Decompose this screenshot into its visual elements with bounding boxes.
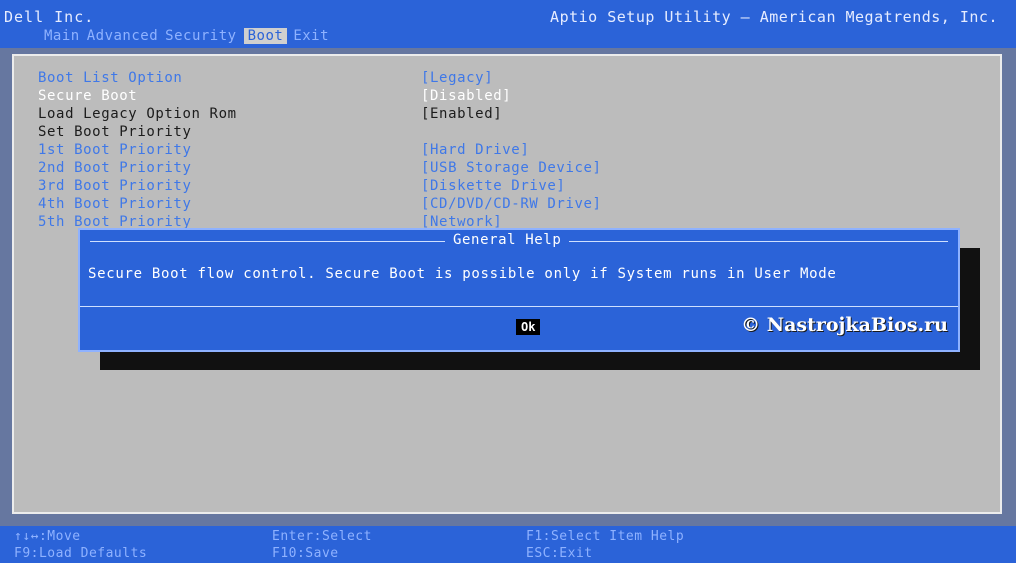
setting-value-1st-boot-priority[interactable]: [Hard Drive]	[421, 142, 529, 158]
footer-move-hint: ↑↓↔:Move	[14, 529, 81, 544]
setting-label-2nd-boot-priority[interactable]: 2nd Boot Priority	[38, 160, 192, 176]
setting-value-load-legacy-option-rom: [Enabled]	[421, 106, 503, 122]
footer-esc-hint: ESC:Exit	[526, 546, 593, 561]
general-help-dialog: General Help Secure Boot flow control. S…	[78, 228, 960, 352]
dialog-separator	[80, 306, 958, 307]
footer-enter-hint: Enter:Select	[272, 529, 372, 544]
setting-label-set-boot-priority: Set Boot Priority	[38, 124, 192, 140]
setting-label-3rd-boot-priority[interactable]: 3rd Boot Priority	[38, 178, 192, 194]
header-bar: Dell Inc. Aptio Setup Utility – American…	[0, 0, 1016, 48]
utility-title: Aptio Setup Utility – American Megatrend…	[550, 8, 998, 26]
setting-label-1st-boot-priority[interactable]: 1st Boot Priority	[38, 142, 192, 158]
ok-button[interactable]: Ok	[516, 319, 541, 335]
vendor-name: Dell Inc.	[4, 8, 95, 26]
setting-value-4th-boot-priority[interactable]: [CD/DVD/CD-RW Drive]	[421, 196, 602, 212]
setting-value-boot-list-option[interactable]: [Legacy]	[421, 70, 493, 86]
setting-label-secure-boot[interactable]: Secure Boot	[38, 88, 137, 104]
setting-label-4th-boot-priority[interactable]: 4th Boot Priority	[38, 196, 192, 212]
tab-main[interactable]: Main	[44, 28, 87, 44]
setting-value-3rd-boot-priority[interactable]: [Diskette Drive]	[421, 178, 565, 194]
setting-label-boot-list-option[interactable]: Boot List Option	[38, 70, 182, 86]
footer-bar: ↑↓↔:Move Enter:Select F1:Select Item Hel…	[0, 526, 1016, 563]
footer-f9-hint: F9:Load Defaults	[14, 546, 148, 561]
tab-boot[interactable]: Boot	[243, 28, 288, 44]
bios-screen: Dell Inc. Aptio Setup Utility – American…	[0, 0, 1016, 563]
dialog-title: General Help	[445, 232, 570, 248]
setting-value-2nd-boot-priority[interactable]: [USB Storage Device]	[421, 160, 602, 176]
dialog-message: Secure Boot flow control. Secure Boot is…	[88, 266, 837, 282]
setting-value-secure-boot[interactable]: [Disabled]	[421, 88, 511, 104]
setting-label-load-legacy-option-rom: Load Legacy Option Rom	[38, 106, 237, 122]
tab-advanced[interactable]: Advanced	[87, 28, 165, 44]
tab-exit[interactable]: Exit	[293, 28, 336, 44]
menu-tabs: Main Advanced Security Boot Exit	[44, 28, 336, 44]
footer-f10-hint: F10:Save	[272, 546, 339, 561]
footer-f1-hint: F1:Select Item Help	[526, 529, 685, 544]
tab-security[interactable]: Security	[165, 28, 243, 44]
watermark: © NastrojkaBios.ru	[741, 314, 948, 336]
